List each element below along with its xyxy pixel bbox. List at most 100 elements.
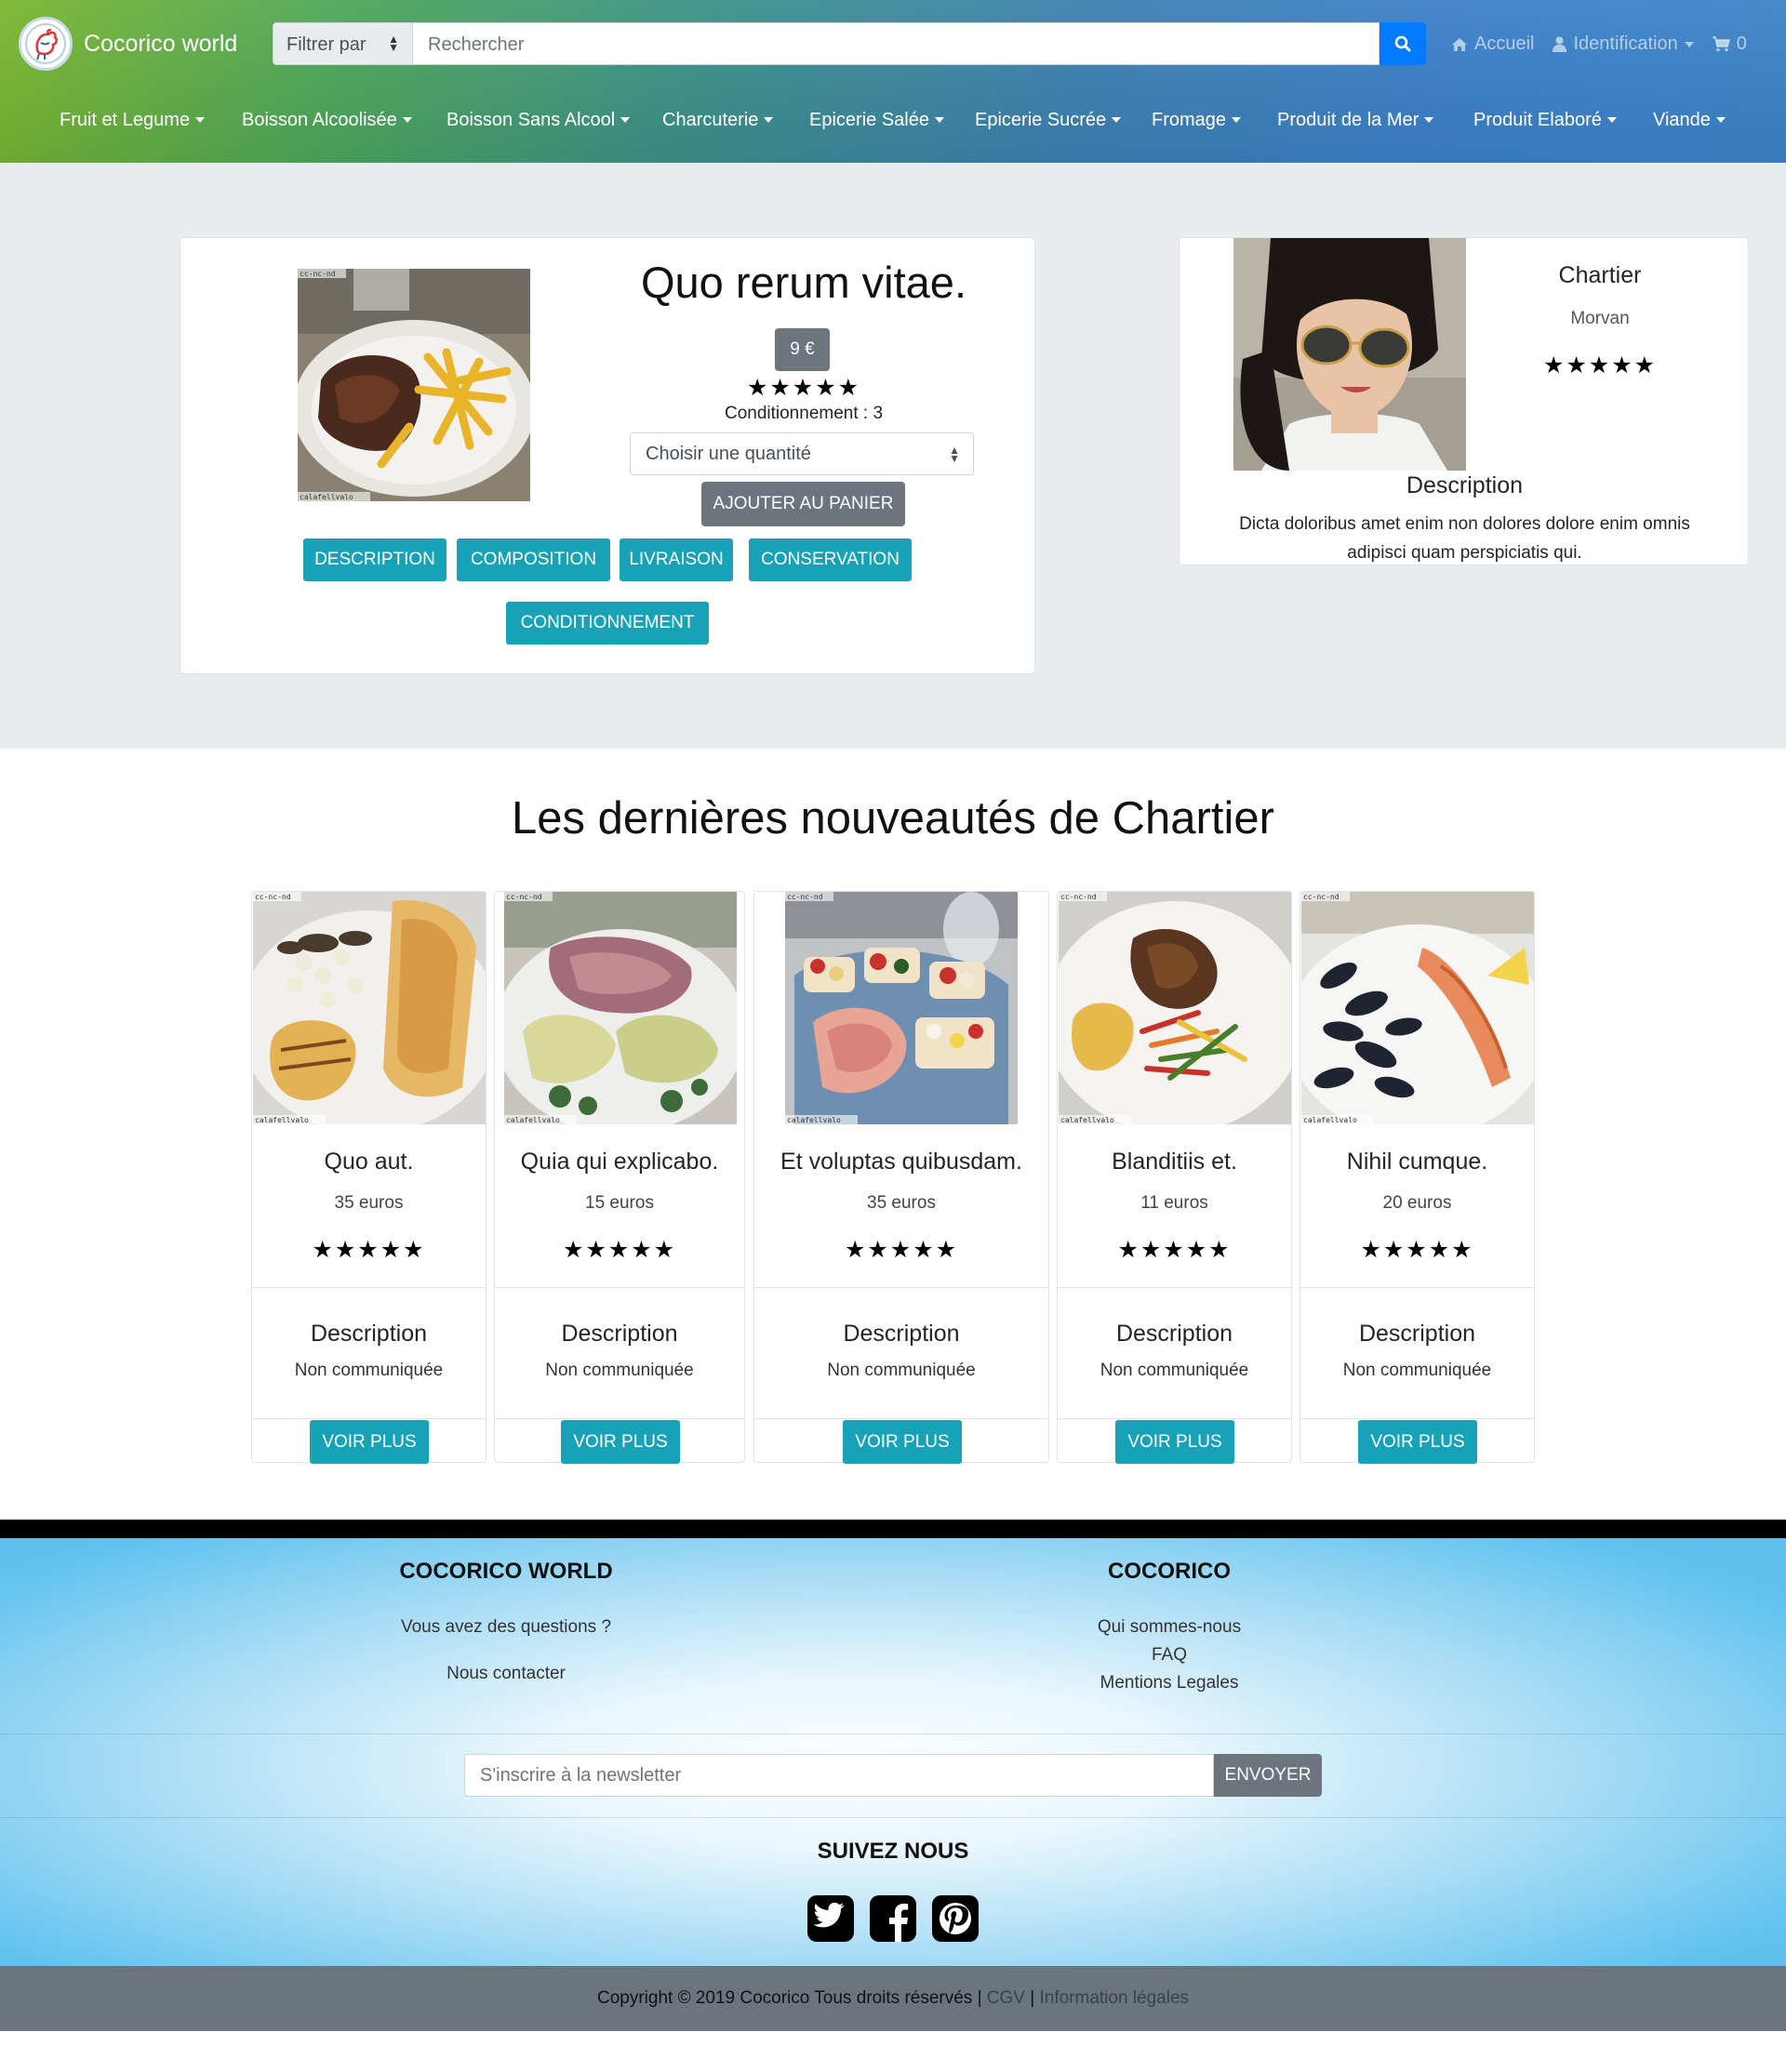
watermark-top: cc-nc-nd <box>506 893 542 901</box>
add-to-cart-button[interactable]: AJOUTER AU PANIER <box>701 482 905 526</box>
brand-name: Cocorico world <box>84 30 238 57</box>
footer-col1-title: COCORICO WORLD <box>399 1559 613 1584</box>
product-name: Blanditiis et. <box>1112 1149 1237 1175</box>
product-stars: ★★★★★ <box>844 1237 959 1263</box>
category-viande[interactable]: Viande <box>1653 110 1726 131</box>
product-price: 35 euros <box>867 1193 936 1213</box>
quantity-placeholder: Choisir une quantité <box>646 444 811 464</box>
navbar: Cocorico world Filtrer par ▲ ▼ Rechercher… <box>0 0 1786 163</box>
quantity-select[interactable]: Choisir une quantité ▲ ▼ <box>630 432 974 475</box>
footer-top-bar <box>0 1520 1786 1538</box>
tab-conservation[interactable]: CONSERVATION <box>749 538 912 581</box>
top-nav: Accueil Identification 0 <box>1451 33 1747 55</box>
product-price: 35 euros <box>334 1193 404 1213</box>
product-stars: ★★★★★ <box>312 1237 426 1263</box>
product-conditioning: Conditionnement : 3 <box>724 404 884 423</box>
category-epicerie-salee[interactable]: Epicerie Salée <box>809 110 944 131</box>
legal-info-link[interactable]: Information légales <box>1039 1988 1189 2009</box>
watermark-top: cc-nc-nd <box>300 270 336 278</box>
twitter-icon[interactable] <box>806 1893 856 1944</box>
category-produit-mer[interactable]: Produit de la Mer <box>1277 110 1433 131</box>
product-card: cc-nc-nd calafellvalo Quo rerum vitae. 9… <box>180 237 1035 674</box>
product-card-1: cc-nc-nd calafellvalo Quo aut. 35 euros ★… <box>251 891 486 1464</box>
product-card-5: cc-nc-nd calafellvalo Nihil cumque. 20 eu… <box>1300 891 1535 1464</box>
voir-plus-button[interactable]: VOIR PLUS <box>1115 1420 1234 1464</box>
product-image-1[interactable]: cc-nc-nd calafellvalo <box>253 892 486 1124</box>
product-card-4: cc-nc-nd calafellvalo Blanditiis et. 11 e… <box>1057 891 1292 1464</box>
product-image-4[interactable]: cc-nc-nd calafellvalo <box>1059 892 1291 1124</box>
footer-link-legal[interactable]: Mentions Legales <box>983 1673 1355 1693</box>
watermark-top: cc-nc-nd <box>255 893 291 901</box>
voir-plus-button[interactable]: VOIR PLUS <box>1358 1420 1477 1464</box>
facebook-icon[interactable] <box>868 1893 918 1944</box>
copyright-bar: Copyright © 2019 Cocorico Tous droits ré… <box>0 1966 1786 2031</box>
search-placeholder: Rechercher <box>428 34 525 55</box>
voir-plus-button[interactable]: VOIR PLUS <box>561 1420 680 1464</box>
nav-login-dropdown[interactable]: Identification <box>1553 33 1694 55</box>
voir-plus-button[interactable]: VOIR PLUS <box>310 1420 429 1464</box>
footer-contact-link[interactable]: Nous contacter <box>320 1664 692 1684</box>
tab-composition[interactable]: COMPOSITION <box>457 538 610 581</box>
nav-login-label: Identification <box>1573 33 1678 54</box>
product-title: Quo rerum vitae. <box>640 258 967 307</box>
description-title: Description <box>843 1321 960 1347</box>
category-fruit-legume[interactable]: Fruit et Legume <box>60 110 205 131</box>
category-epicerie-sucree[interactable]: Epicerie Sucrée <box>975 110 1121 131</box>
watermark-bottom: calafellvalo <box>255 1116 309 1124</box>
tab-description[interactable]: DESCRIPTION <box>303 538 446 581</box>
product-stars: ★★★★★ <box>1360 1237 1474 1263</box>
nav-cart[interactable]: 0 <box>1712 33 1747 55</box>
rooster-logo-icon <box>19 17 73 71</box>
seller-name: Chartier <box>1558 262 1642 288</box>
brand-link[interactable]: Cocorico world <box>19 17 237 71</box>
tab-conditionnement[interactable]: CONDITIONNEMENT <box>506 602 709 644</box>
product-description-box: Description Non communiquée <box>1300 1287 1534 1419</box>
watermark-bottom: calafellvalo <box>1303 1116 1357 1124</box>
category-charcuterie[interactable]: Charcuterie <box>662 110 773 131</box>
footer-link-faq[interactable]: FAQ <box>983 1645 1355 1666</box>
seller-card: Chartier Morvan ★★★★★ Description Dicta … <box>1179 237 1749 565</box>
newsletter-placeholder: S'inscrire à la newsletter <box>480 1765 682 1786</box>
search-button[interactable] <box>1379 22 1426 65</box>
seller-description-title: Description <box>1406 472 1524 498</box>
product-description-box: Description Non communiquée <box>252 1287 486 1419</box>
pinterest-icon[interactable] <box>930 1893 980 1944</box>
product-image-2[interactable]: cc-nc-nd calafellvalo <box>504 892 737 1124</box>
product-description-box: Description Non communiquée <box>1058 1287 1291 1419</box>
product-description-box: Description Non communiquée <box>495 1287 744 1419</box>
category-boisson-alcoolisee[interactable]: Boisson Alcoolisée <box>242 110 412 131</box>
cgv-link[interactable]: CGV <box>987 1988 1025 2009</box>
product-card-3: cc-nc-nd calafellvalo Et voluptas quibusd… <box>753 891 1049 1464</box>
seller-rating-stars: ★★★★★ <box>1542 352 1658 379</box>
watermark-bottom: calafellvalo <box>300 493 353 501</box>
product-stars: ★★★★★ <box>562 1237 677 1263</box>
tab-livraison[interactable]: LIVRAISON <box>620 538 733 581</box>
copyright-separator: | <box>1030 1988 1035 2008</box>
seller-avatar[interactable] <box>1233 238 1466 471</box>
cart-count: 0 <box>1736 33 1747 54</box>
filter-select[interactable]: Filtrer par ▲ ▼ <box>273 22 413 65</box>
product-image[interactable]: cc-nc-nd calafellvalo <box>298 269 530 501</box>
product-description-box: Description Non communiquée <box>754 1287 1048 1419</box>
watermark-top: cc-nc-nd <box>1060 893 1097 901</box>
category-boisson-sans-alcool[interactable]: Boisson Sans Alcool <box>446 110 630 131</box>
product-image-3[interactable]: cc-nc-nd calafellvalo <box>785 892 1018 1124</box>
select-arrows-icon: ▲ ▼ <box>949 444 960 465</box>
product-stars: ★★★★★ <box>1117 1237 1232 1263</box>
filter-label: Filtrer par <box>287 34 367 55</box>
newsletter-submit-button[interactable]: ENVOYER <box>1214 1754 1322 1797</box>
voir-plus-button[interactable]: VOIR PLUS <box>843 1420 962 1464</box>
nav-home[interactable]: Accueil <box>1451 33 1534 55</box>
footer-divider <box>0 1733 1786 1734</box>
product-rating-stars: ★★★★★ <box>746 375 861 401</box>
product-name: Nihil cumque. <box>1346 1149 1488 1175</box>
product-price: 20 euros <box>1382 1193 1452 1213</box>
category-produit-elabore[interactable]: Produit Elaboré <box>1473 110 1617 131</box>
category-fromage[interactable]: Fromage <box>1152 110 1241 131</box>
newsletter-input[interactable]: S'inscrire à la newsletter <box>464 1754 1214 1797</box>
footer-link-about[interactable]: Qui sommes-nous <box>983 1617 1355 1638</box>
footer-divider <box>0 1817 1786 1818</box>
product-image-5[interactable]: cc-nc-nd calafellvalo <box>1301 892 1534 1124</box>
search-input[interactable]: Rechercher <box>413 22 1379 65</box>
description-title: Description <box>561 1321 678 1347</box>
